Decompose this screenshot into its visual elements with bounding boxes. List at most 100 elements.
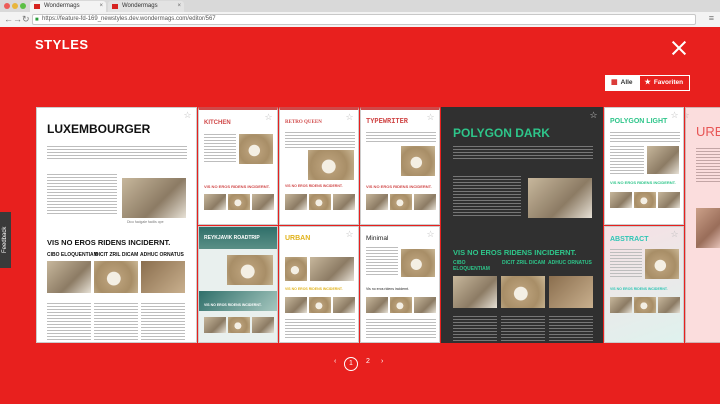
column-image: [141, 261, 185, 293]
body-text: [47, 303, 187, 341]
article-image: [122, 178, 186, 218]
article-image: [285, 257, 307, 281]
column-heading: DICIT ZRIL DICAM: [502, 260, 546, 266]
body-text: [285, 132, 355, 148]
article-image: [401, 249, 435, 277]
favorite-star-icon[interactable]: ☆: [263, 112, 274, 122]
section-heading: VIS NO EROS RIDENS INCIDERNT.: [285, 287, 343, 291]
body-text: [453, 176, 521, 216]
column-image: [47, 261, 91, 293]
column-image: [309, 297, 331, 313]
column-image: [333, 297, 355, 313]
close-window-icon[interactable]: [4, 3, 10, 9]
column-image: [634, 297, 656, 313]
tab-label: Wondermags: [44, 3, 80, 9]
column-image: [610, 297, 632, 313]
section-heading: VIS NO EROS RIDENS INCIDERNT.: [285, 184, 343, 188]
favorite-star-icon[interactable]: ☆: [344, 229, 355, 239]
column-image: [414, 297, 436, 313]
column-image: [366, 194, 388, 210]
next-page-icon[interactable]: ›: [381, 358, 383, 365]
style-card-urban[interactable]: ☆ URBAN VIS NO EROS RIDENS INCIDERNT.: [279, 226, 359, 343]
page-1-button[interactable]: 1: [344, 357, 358, 371]
column-heading: ADHUC ORNATUS: [548, 260, 592, 266]
section-heading: VIS NO EROS RIDENS INCIDERNT.: [366, 184, 432, 189]
style-card-reykjavik-roadtrip[interactable]: ☆ REYKJAVIK ROADTRIP VIS NO EROS RIDENS …: [198, 226, 278, 343]
image-caption: Dico facigale facilis ope: [127, 220, 164, 224]
tab-bar: Wondermags × Wondermags ×: [0, 0, 720, 12]
style-card-luxembourger[interactable]: ☆ LUXEMBOURGER Dico facigale facilis ope…: [36, 107, 197, 343]
column-image: [658, 192, 680, 208]
article-image: [308, 150, 354, 180]
style-card-kitchen[interactable]: ☆ KITCHEN VIS NO EROS RIDENS INCIDERNT.: [198, 107, 278, 225]
column-image: [390, 297, 412, 313]
column-image: [228, 194, 250, 210]
favorite-star-icon[interactable]: ☆: [669, 110, 680, 120]
column-image: [285, 297, 307, 313]
close-tab-icon[interactable]: ×: [177, 1, 181, 12]
body-text: [366, 132, 436, 144]
style-card-polygon-light[interactable]: ☆ POLYGON LIGHT VIS NO EROS RIDENS INCID…: [604, 107, 684, 225]
column-image: [333, 194, 355, 210]
forward-icon[interactable]: →: [13, 13, 22, 26]
back-icon[interactable]: ←: [4, 13, 13, 26]
body-text: [204, 134, 236, 164]
style-card-polygon-dark[interactable]: ☆ POLYGON DARK VIS NO EROS RIDENS INCIDE…: [441, 107, 603, 343]
column-heading: ADHUC ORNATUS: [140, 252, 184, 258]
style-title: REYKJAVIK ROADTRIP: [204, 235, 260, 241]
style-card-typewriter[interactable]: ☆ TYPEWRITER VIS NO EROS RIDENS INCIDERN…: [360, 107, 440, 225]
page-title: STYLES: [35, 37, 89, 52]
favorite-star-icon[interactable]: ☆: [425, 229, 436, 239]
style-card-urb[interactable]: ☆ URB: [685, 107, 720, 343]
column-heading: CIBO ELOQUENTIAM: [453, 260, 490, 272]
style-card-retro-queen[interactable]: ☆ RETRO QUEEN VIS NO EROS RIDENS INCIDER…: [279, 107, 359, 225]
style-card-abstract[interactable]: ☆ ABSTRACT VIS NO EROS RIDENS INCIDERNT.: [604, 226, 684, 343]
url-input[interactable]: ■ https://feature-fd-169_newstyles.dev.w…: [32, 14, 696, 25]
article-image: [645, 249, 679, 279]
browser-tab-active[interactable]: Wondermags ×: [30, 1, 106, 12]
column-image: [658, 297, 680, 313]
browser-tab[interactable]: Wondermags ×: [108, 1, 184, 12]
filter-all-button[interactable]: ▦ Alle: [606, 76, 639, 90]
reload-icon[interactable]: ↻: [22, 13, 30, 26]
favorite-star-icon[interactable]: ☆: [425, 112, 436, 122]
style-title: Minimal: [366, 235, 389, 242]
page-2-button[interactable]: 2: [366, 358, 370, 365]
body-text: [696, 148, 720, 184]
style-title: URB: [696, 124, 720, 139]
filter-favorites-button[interactable]: ★ Favoriten: [638, 76, 690, 90]
article-image: [696, 208, 720, 248]
feedback-tab[interactable]: Feedback: [0, 212, 11, 268]
section-heading: VIS NO EROS RIDENS INCIDERNT.: [47, 238, 171, 247]
filter-favorites-label: Favoriten: [653, 79, 684, 86]
style-card-minimal[interactable]: ☆ Minimal Vis no eros ridens incidernt.: [360, 226, 440, 343]
favorite-star-icon[interactable]: ☆: [344, 112, 355, 122]
favorite-star-icon[interactable]: ☆: [182, 110, 193, 120]
favorite-star-icon[interactable]: ☆: [588, 110, 599, 120]
body-text: [610, 132, 680, 142]
section-heading: Vis no eros ridens incidernt.: [366, 287, 410, 291]
column-image: [501, 276, 545, 308]
section-heading: VIS NO EROS RIDENS INCIDERNT.: [204, 303, 262, 307]
style-title: KITCHEN: [204, 120, 231, 126]
column-image: [549, 276, 593, 308]
column-image: [252, 194, 274, 210]
maximize-window-icon[interactable]: [20, 3, 26, 9]
section-heading: VIS NO EROS RIDENS INCIDERNT.: [204, 184, 270, 189]
column-image: [204, 317, 226, 333]
browser-menu-icon[interactable]: ≡: [709, 13, 714, 23]
column-image: [453, 276, 497, 308]
section-heading: VIS NO EROS RIDENS INCIDERNT.: [610, 180, 676, 185]
style-title: POLYGON LIGHT: [610, 118, 668, 125]
close-tab-icon[interactable]: ×: [99, 1, 103, 12]
section-band: [199, 291, 277, 311]
favorite-star-icon[interactable]: ☆: [686, 110, 691, 120]
prev-page-icon[interactable]: ‹: [334, 358, 336, 365]
article-image: [310, 257, 354, 281]
lock-icon: ■: [35, 17, 39, 23]
address-bar: ← → ↻ ■ https://feature-fd-169_newstyles…: [0, 12, 720, 27]
favorite-star-icon[interactable]: ☆: [669, 229, 680, 239]
feedback-label: Feedback: [2, 226, 8, 254]
close-icon[interactable]: [672, 41, 686, 55]
minimize-window-icon[interactable]: [12, 3, 18, 9]
